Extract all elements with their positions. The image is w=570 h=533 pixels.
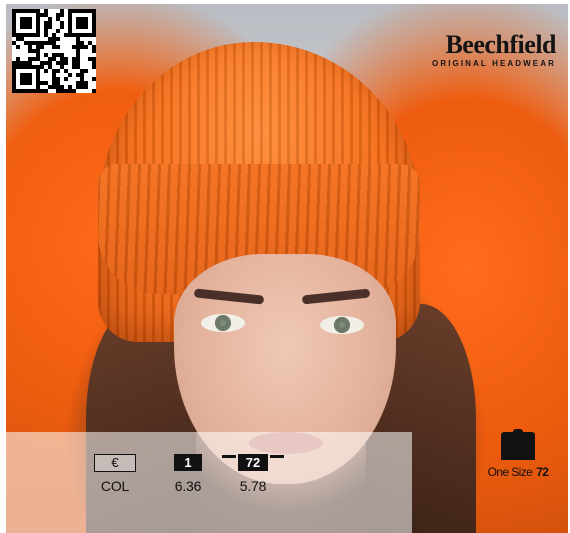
currency-label: COL	[100, 478, 130, 494]
size-label: One Size 72	[478, 465, 558, 479]
qr-module	[92, 49, 96, 53]
qr-module	[92, 77, 96, 81]
qr-module	[72, 89, 76, 93]
qr-module	[16, 45, 20, 49]
qty-box-price: 5.78	[239, 478, 267, 494]
qr-module	[92, 89, 96, 93]
qr-module	[60, 13, 64, 17]
qr-module	[84, 85, 88, 89]
price-column-box: 72 5.78	[218, 454, 288, 494]
qr-code-icon[interactable]	[12, 9, 96, 93]
price-column-single: 1 6.36	[153, 454, 223, 494]
qr-module	[84, 69, 88, 73]
size-info: One Size 72	[478, 429, 558, 479]
qty-single-price: 6.36	[174, 478, 202, 494]
qr-module	[68, 73, 72, 77]
qr-module	[60, 25, 64, 29]
qr-module	[56, 37, 60, 41]
qr-module	[64, 77, 68, 81]
qr-module	[40, 45, 44, 49]
qr-module	[56, 29, 60, 33]
brand-tagline: ORIGINAL HEADWEAR	[432, 59, 556, 68]
qr-module	[48, 25, 52, 29]
hat-size-icon	[501, 429, 535, 460]
box-icon: 72	[222, 454, 284, 471]
product-page: Beechfield ORIGINAL HEADWEAR € COL 1 6.3…	[0, 0, 570, 533]
qr-module	[28, 81, 32, 85]
qr-module	[36, 33, 40, 37]
qr-module	[92, 65, 96, 69]
currency-badge: €	[94, 454, 136, 472]
qr-module	[28, 25, 32, 29]
brand-logo: Beechfield ORIGINAL HEADWEAR	[432, 30, 557, 69]
qr-module	[84, 45, 88, 49]
qr-module	[64, 61, 68, 65]
size-text: One Size	[487, 465, 533, 479]
qr-module	[44, 69, 48, 73]
brand-name: Beechfield	[445, 30, 556, 59]
right-eye	[320, 316, 364, 334]
qr-module	[44, 89, 48, 93]
left-eye	[201, 314, 245, 332]
price-column-currency: € COL	[80, 454, 150, 494]
size-pack-count: 72	[536, 465, 549, 479]
qr-module	[92, 33, 96, 37]
qr-module	[56, 69, 60, 73]
qty-single-badge: 1	[174, 454, 202, 471]
qr-module	[56, 45, 60, 49]
qr-module	[84, 25, 88, 29]
